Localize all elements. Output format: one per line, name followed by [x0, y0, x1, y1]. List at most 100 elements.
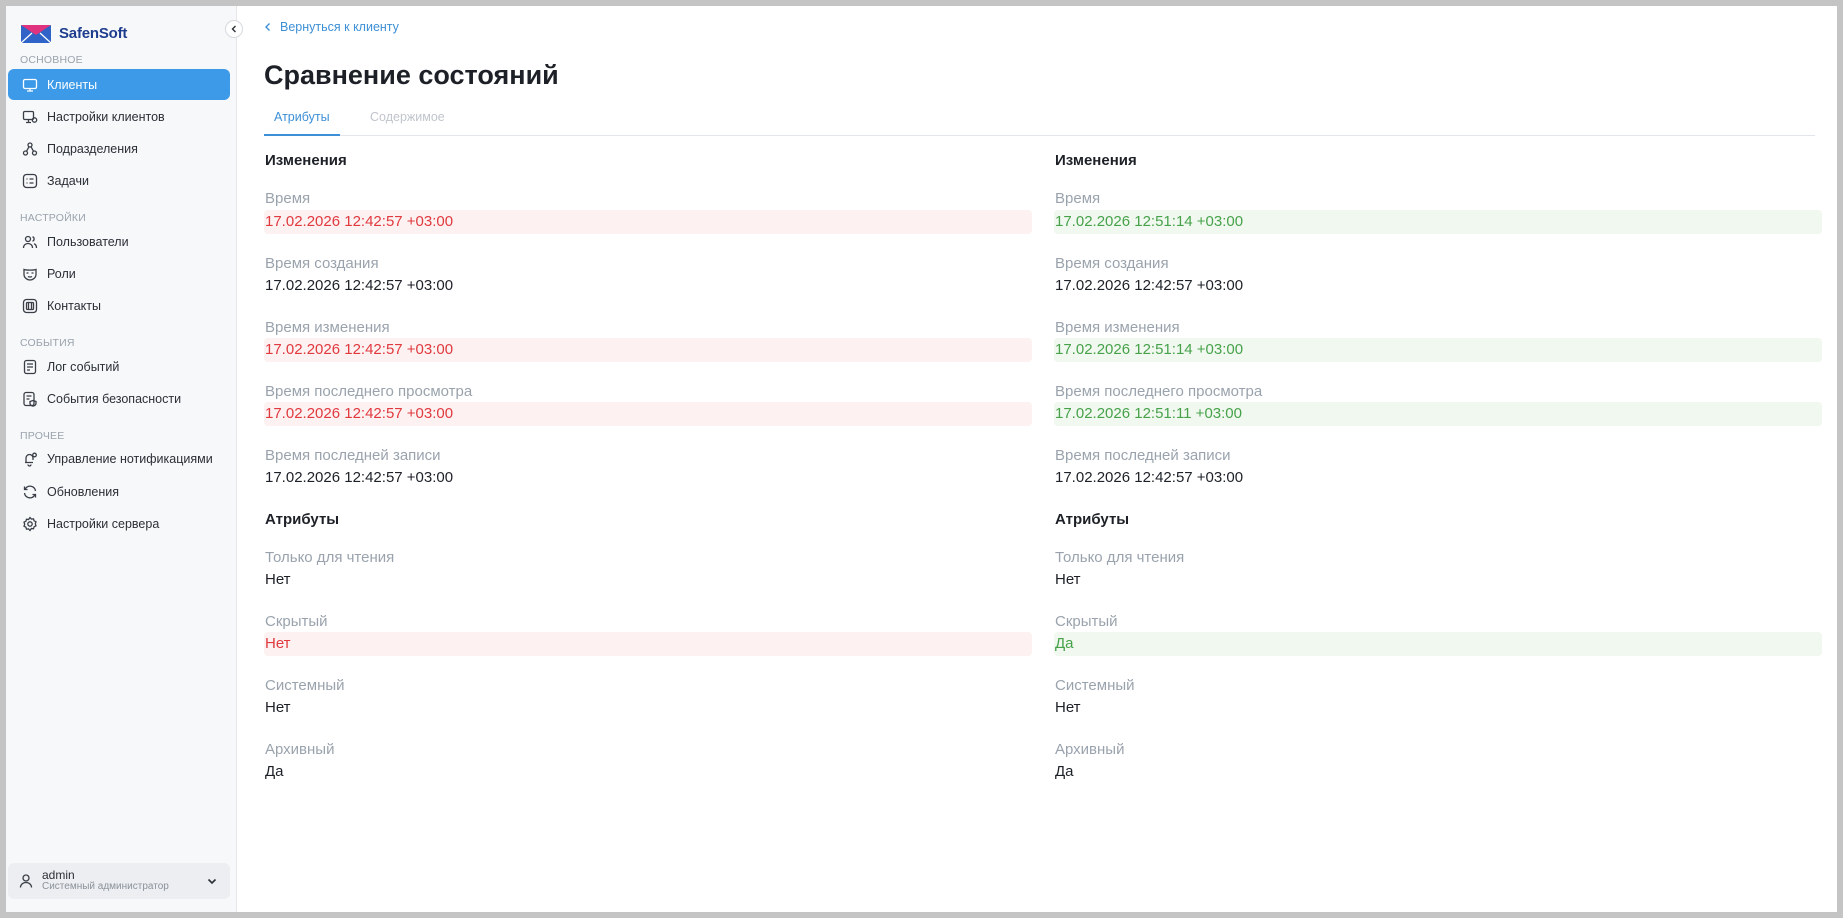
sidebar-item-users[interactable]: Пользователи [8, 226, 230, 257]
system-label: Системный [1055, 677, 1135, 694]
sidebar-item-label: Контакты [47, 298, 101, 313]
last-written-label: Время последней записи [1055, 447, 1231, 464]
sidebar-item-label: Настройки сервера [47, 516, 160, 531]
sidebar-item-tasks[interactable]: Задачи [8, 165, 230, 196]
created-time-value: 17.02.2026 12:42:57 +03:00 [265, 277, 454, 294]
refresh-icon [23, 485, 37, 498]
security-document-icon [23, 391, 37, 407]
readonly-value: Нет [265, 571, 291, 588]
time-label: Время [1055, 190, 1101, 207]
tasks-icon [22, 173, 38, 188]
document-icon [23, 359, 37, 374]
sidebar-item-event-log[interactable]: Лог событий [8, 351, 230, 382]
sidebar-collapse-button[interactable] [225, 20, 243, 38]
user-role: Системный администратор [42, 881, 169, 892]
sidebar-item-server-settings[interactable]: Настройки сервера [8, 508, 230, 539]
tab-bar: Атрибуты Содержимое [264, 104, 1815, 136]
tab-attributes[interactable]: Атрибуты [264, 104, 340, 136]
archive-label: Архивный [265, 741, 335, 758]
modified-time-label: Время изменения [1055, 319, 1180, 336]
system-value: Нет [1055, 699, 1081, 716]
readonly-label: Только для чтения [1055, 549, 1185, 566]
system-value: Нет [265, 699, 291, 716]
sidebar: SafenSoft ОСНОВНОЕ Клиенты Настройки кли… [6, 6, 237, 912]
section-label-settings: НАСТРОЙКИ [20, 212, 86, 224]
main-content: Вернуться к клиенту Сравнение состояний … [237, 6, 1837, 912]
hidden-label: Скрытый [1055, 613, 1118, 630]
attributes-title: Атрибуты [1055, 511, 1130, 528]
readonly-label: Только для чтения [265, 549, 395, 566]
sidebar-item-label: Клиенты [47, 77, 98, 92]
sidebar-item-contacts[interactable]: Контакты [8, 290, 230, 321]
gear-icon [23, 515, 37, 532]
changes-title: Изменения [265, 152, 347, 169]
sidebar-item-client-settings[interactable]: Настройки клиентов [8, 101, 230, 132]
hierarchy-icon [22, 141, 38, 156]
sidebar-item-label: Настройки клиентов [47, 109, 165, 124]
last-written-label: Время последней записи [265, 447, 441, 464]
chevron-down-icon[interactable] [206, 875, 218, 887]
page-title: Сравнение состояний [264, 60, 559, 90]
archive-value: Да [265, 763, 284, 780]
created-time-label: Время создания [1055, 255, 1169, 272]
created-time-label: Время создания [265, 255, 379, 272]
section-label-other: ПРОЧЕЕ [20, 430, 65, 442]
archive-label: Архивный [1055, 741, 1125, 758]
app-window: SafenSoft ОСНОВНОЕ Клиенты Настройки кли… [6, 6, 1837, 912]
section-label-events: СОБЫТИЯ [20, 337, 75, 349]
safensoft-logo-icon [20, 25, 52, 44]
hidden-label: Скрытый [265, 613, 328, 630]
user-menu[interactable]: admin Системный администратор [8, 863, 230, 899]
tab-contents[interactable]: Содержимое [360, 104, 455, 136]
sidebar-item-security-events[interactable]: События безопасности [8, 383, 230, 414]
sidebar-item-updates[interactable]: Обновления [8, 476, 230, 507]
created-time-value: 17.02.2026 12:42:57 +03:00 [1055, 277, 1244, 294]
sidebar-item-clients[interactable]: Клиенты [8, 69, 230, 100]
modified-time-value: 17.02.2026 12:51:14 +03:00 [1054, 338, 1822, 362]
last-viewed-label: Время последнего просмотра [1055, 383, 1263, 400]
sidebar-item-label: Роли [47, 266, 76, 281]
chevron-left-icon [265, 23, 270, 31]
time-value: 17.02.2026 12:42:57 +03:00 [264, 210, 1032, 234]
changes-title: Изменения [1055, 152, 1137, 169]
archive-value: Да [1055, 763, 1074, 780]
attributes-title: Атрибуты [265, 511, 340, 528]
last-viewed-label: Время последнего просмотра [265, 383, 473, 400]
logo[interactable]: SafenSoft [20, 22, 127, 44]
sidebar-item-label: Подразделения [47, 141, 138, 156]
sidebar-item-label: Задачи [47, 173, 89, 188]
sidebar-item-departments[interactable]: Подразделения [8, 133, 230, 164]
last-viewed-value: 17.02.2026 12:51:11 +03:00 [1054, 402, 1822, 426]
modified-time-label: Время изменения [265, 319, 390, 336]
readonly-value: Нет [1055, 571, 1081, 588]
user-name: admin [42, 868, 75, 882]
modified-time-value: 17.02.2026 12:42:57 +03:00 [264, 338, 1032, 362]
sidebar-item-notifications[interactable]: Управление нотификациями [8, 443, 230, 474]
sidebar-item-label: Лог событий [47, 359, 120, 374]
mask-icon [23, 268, 37, 281]
back-to-client-link[interactable]: Вернуться к клиенту [264, 20, 399, 34]
last-written-value: 17.02.2026 12:42:57 +03:00 [265, 469, 454, 486]
user-info: admin Системный администратор [42, 869, 169, 893]
monitor-icon [22, 78, 38, 92]
section-label-main: ОСНОВНОЕ [20, 54, 83, 66]
sidebar-item-roles[interactable]: Роли [8, 258, 230, 289]
last-written-value: 17.02.2026 12:42:57 +03:00 [1055, 469, 1244, 486]
back-link-label: Вернуться к клиенту [280, 20, 399, 34]
hidden-value: Да [1054, 632, 1822, 656]
monitor-settings-icon [22, 110, 38, 123]
users-icon [22, 235, 38, 248]
sidebar-item-label: Пользователи [47, 234, 129, 249]
sidebar-item-label: Обновления [47, 484, 119, 499]
sidebar-item-label: События безопасности [47, 391, 182, 406]
last-viewed-value: 17.02.2026 12:42:57 +03:00 [264, 402, 1032, 426]
user-icon [19, 874, 33, 888]
time-label: Время [265, 190, 311, 207]
bell-settings-icon [25, 452, 37, 467]
contacts-icon [22, 298, 38, 313]
time-value: 17.02.2026 12:51:14 +03:00 [1054, 210, 1822, 234]
chevron-left-icon [231, 25, 236, 33]
brand-name: SafenSoft [59, 24, 128, 42]
system-label: Системный [265, 677, 345, 694]
hidden-value: Нет [264, 632, 1032, 656]
